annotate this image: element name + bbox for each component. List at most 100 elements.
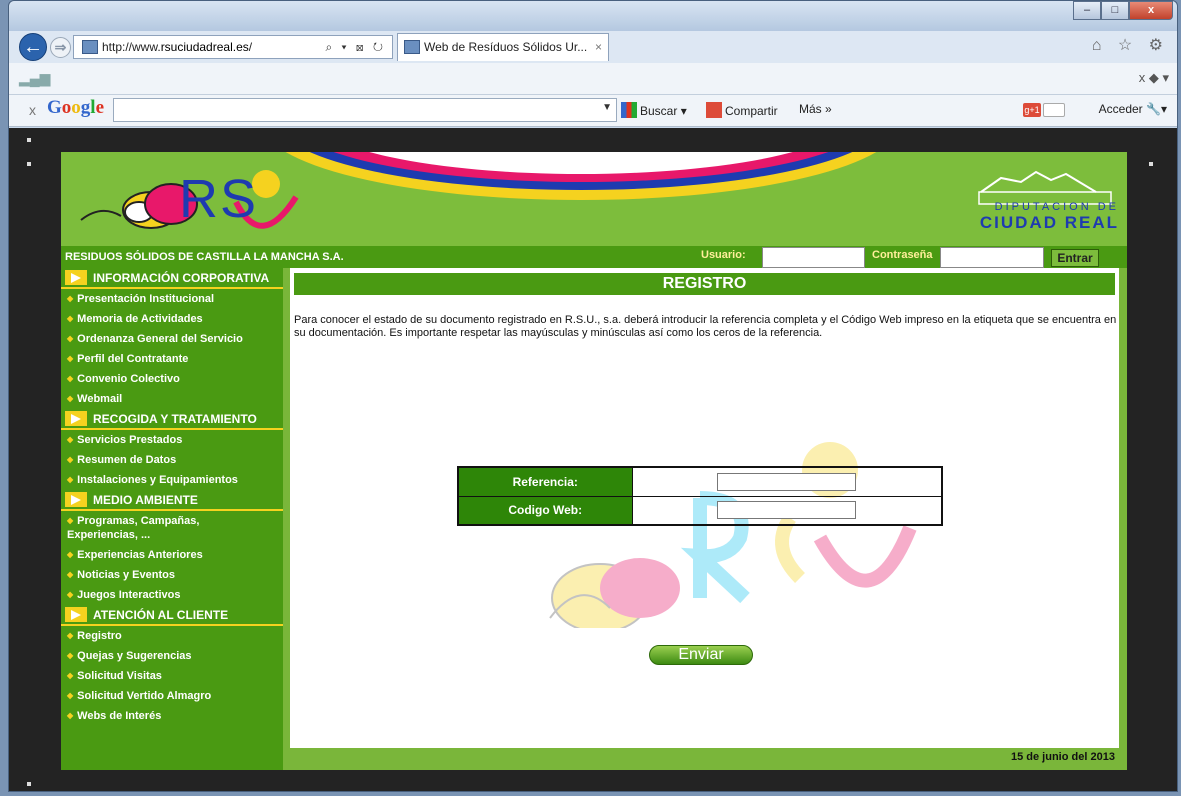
gplus-icon[interactable]: g+1 [1023, 103, 1041, 117]
flag-icon [65, 492, 87, 507]
bullet-icon: ◆ [67, 374, 74, 383]
back-button[interactable]: ← [19, 33, 47, 61]
flag-icon [65, 411, 87, 426]
title-bar: – □ x [9, 1, 1177, 31]
rsu-watermark-icon [549, 442, 917, 628]
tab-title: Web de Resíduos Sólidos Ur... [424, 40, 588, 54]
chevron-down-icon[interactable]: ▼ [602, 102, 612, 113]
address-suffix: / [248, 40, 253, 54]
bullet-icon: ◆ [67, 711, 74, 720]
toolbar-close-icon[interactable]: x [29, 102, 36, 118]
sidebar-item-convenio[interactable]: ◆ Convenio Colectivo [61, 369, 283, 389]
bullet-icon: ◆ [67, 455, 74, 464]
minimize-button[interactable]: – [1073, 1, 1101, 20]
sidebar-item-visitas[interactable]: ◆ Solicitud Visitas [61, 666, 283, 686]
tab-close-icon[interactable]: × [595, 34, 602, 60]
site-favicon-icon [82, 40, 98, 54]
sidebar-item-experiencias[interactable]: ◆ Experiencias Anteriores [61, 545, 283, 565]
tab-active[interactable]: Web de Resíduos Sólidos Ur... × [397, 33, 609, 61]
sidebar-item-noticias[interactable]: ◆ Noticias y Eventos [61, 565, 283, 585]
page-title: REGISTRO [294, 273, 1115, 295]
address-domain: rsuciudadreal.es [160, 40, 249, 54]
acceder-button[interactable]: Acceder 🔧▾ [1099, 102, 1167, 116]
google-logo: Google [47, 97, 104, 118]
command-bar-icons[interactable]: x ◆ ▾ [1139, 70, 1169, 86]
close-button[interactable]: x [1129, 1, 1173, 20]
signal-icon: ▂▄▆ [19, 70, 51, 86]
enviar-button[interactable]: Enviar [649, 645, 753, 665]
section-medio-ambiente: MEDIO AMBIENTE [61, 490, 283, 511]
bullet-icon: ◆ [67, 516, 74, 525]
bullet-icon: ◆ [67, 475, 74, 484]
sidebar-item-ordenanza[interactable]: ◆ Ordenanza General del Servicio [61, 329, 283, 349]
google-toolbar: x Google ▼ Buscar ▾ Compartir Más » g+1 … [9, 95, 1177, 127]
sidebar-item-quejas[interactable]: ◆ Quejas y Sugerencias [61, 646, 283, 666]
diputacion-logo: DIPUTACION DE CIUDAD REAL [979, 201, 1119, 232]
bullet-icon: ◆ [67, 314, 74, 323]
window-controls: – □ x [1073, 1, 1173, 20]
bullet-icon: ◆ [67, 590, 74, 599]
bullet-icon: ◆ [67, 394, 74, 403]
password-label: Contraseña [872, 249, 933, 261]
web-page: RS DIPUTACION DE CIUDAD REAL RESIDUOS SÓ… [61, 152, 1127, 770]
forward-button[interactable]: ⇒ [50, 37, 71, 58]
navigation-bar: ← ⇒ http://www.rsuciudadreal.es/ ⌕ ▾ ⊠ ↻… [9, 31, 1177, 63]
rsu-logo: RS [179, 169, 259, 229]
address-prefix: http://www. [102, 40, 161, 54]
buscar-button[interactable]: Buscar ▾ [621, 102, 687, 118]
sidebar-item-memoria[interactable]: ◆ Memoria de Actividades [61, 309, 283, 329]
maximize-button[interactable]: □ [1101, 1, 1129, 20]
share-icon [706, 102, 722, 118]
flag-icon [65, 270, 87, 285]
company-bar: RESIDUOS SÓLIDOS DE CASTILLA LA MANCHA S… [61, 246, 1127, 268]
sidebar: INFORMACIÓN CORPORATIVA ◆ Presentación In… [61, 268, 283, 770]
user-label: Usuario: [701, 249, 746, 261]
mas-button[interactable]: Más » [799, 102, 832, 116]
sidebar-item-resumen[interactable]: ◆ Resumen de Datos [61, 450, 283, 470]
section-informacion-corporativa: INFORMACIÓN CORPORATIVA [61, 268, 283, 289]
site-banner: RS DIPUTACION DE CIUDAD REAL [61, 152, 1127, 246]
sidebar-item-registro[interactable]: ◆ Registro [61, 626, 283, 646]
codigo-web-input[interactable] [717, 501, 857, 520]
flag-icon [65, 607, 87, 622]
bullet-icon: ◆ [67, 294, 74, 303]
browser-window: – □ x ← ⇒ http://www.rsuciudadreal.es/ ⌕… [8, 0, 1178, 792]
login-button[interactable]: Entrar [1051, 249, 1099, 267]
bullet-icon: ◆ [67, 334, 74, 343]
section-recogida: RECOGIDA Y TRATAMIENTO [61, 409, 283, 430]
gplus-counter [1043, 103, 1065, 117]
sidebar-item-presentacion[interactable]: ◆ Presentación Institucional [61, 289, 283, 309]
bullet-icon: ◆ [67, 435, 74, 444]
bullet-icon: ◆ [67, 570, 74, 579]
registro-form: Referencia: Codigo Web: [457, 466, 943, 526]
user-input[interactable] [762, 247, 865, 268]
password-input[interactable] [940, 247, 1044, 268]
bullet-icon: ◆ [67, 651, 74, 660]
sidebar-item-perfil[interactable]: ◆ Perfil del Contratante [61, 349, 283, 369]
page-viewport: RS DIPUTACION DE CIUDAD REAL RESIDUOS SÓ… [9, 128, 1177, 791]
main-content: REGISTRO Para conocer el estado de su do… [290, 268, 1119, 748]
section-atencion-cliente: ATENCIÓN AL CLIENTE [61, 605, 283, 626]
codigo-web-label: Codigo Web: [457, 495, 633, 526]
sidebar-item-webmail[interactable]: ◆ Webmail [61, 389, 283, 409]
intro-text: Para conocer el estado de su documento r… [294, 314, 1117, 339]
sidebar-item-servicios[interactable]: ◆ Servicios Prestados [61, 430, 283, 450]
command-bar: ▂▄▆ x ◆ ▾ [9, 63, 1177, 95]
sidebar-item-programas[interactable]: ◆ Programas, Campañas, Experiencias, ... [61, 511, 261, 545]
google-search-input[interactable]: ▼ [113, 98, 617, 122]
sidebar-item-vertido[interactable]: ◆ Solicitud Vertido Almagro [61, 686, 283, 706]
bullet-icon: ◆ [67, 550, 74, 559]
home-favorites-settings-icons[interactable]: ⌂ ☆ ⚙ [1092, 35, 1169, 55]
address-tools-icon[interactable]: ⌕ ▾ ⊠ ↻ [325, 36, 386, 58]
referencia-input[interactable] [717, 472, 857, 491]
bullet-icon: ◆ [67, 354, 74, 363]
referencia-label: Referencia: [457, 466, 633, 497]
sidebar-item-juegos[interactable]: ◆ Juegos Interactivos [61, 585, 283, 605]
google-color-icon [621, 102, 637, 118]
sidebar-item-instalaciones[interactable]: ◆ Instalaciones y Equipamientos [61, 470, 283, 490]
bullet-icon: ◆ [67, 691, 74, 700]
compartir-button[interactable]: Compartir [706, 102, 778, 118]
sidebar-item-webs[interactable]: ◆ Webs de Interés [61, 706, 283, 726]
address-bar[interactable]: http://www.rsuciudadreal.es/ ⌕ ▾ ⊠ ↻ [73, 35, 393, 59]
footer-date: 15 de junio del 2013 [1011, 751, 1115, 763]
